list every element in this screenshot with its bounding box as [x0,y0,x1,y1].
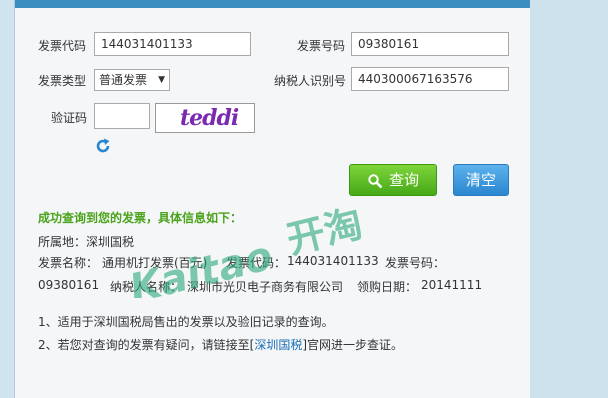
note-1: 1、适用于深圳国税局售出的发票以及验旧记录的查询。 [38,315,334,329]
refresh-icon[interactable] [94,137,112,155]
clear-button-label: 清空 [465,171,496,189]
taxpayer-name-label: 纳税人名称： [110,280,183,294]
invoice-number-input[interactable] [351,32,509,56]
invoice-code-label: 发票代码 [38,39,87,53]
search-icon [368,173,383,188]
location-line: 所属地：深圳国税 [38,235,135,249]
shenzhen-tax-link[interactable]: 深圳国税 [254,338,302,352]
query-button[interactable]: 查询 [349,164,437,196]
note-2-suffix: ]官网进一步查证。 [302,338,404,352]
purchase-date-label: 领购日期： [357,280,418,294]
dropdown-arrow-icon: ▼ [158,75,165,85]
captcha-input[interactable] [94,103,150,129]
captcha-image[interactable]: teddi [155,103,255,133]
invoice-type-select[interactable]: 普通发票 ▼ [94,69,170,91]
query-panel: 发票代码 发票号码 发票类型 普通发票 ▼ 纳税人识别号 验证码 teddi 查… [14,0,532,398]
page-background-right [530,0,608,398]
invoice-name-value: 通用机打发票(百元) [102,256,208,270]
note-2: 2、若您对查询的发票有疑问，请链接至[深圳国税]官网进一步查证。 [38,336,403,353]
taxpayer-id-label: 纳税人识别号 [274,74,347,88]
result-number-value: 09380161 [38,278,100,292]
invoice-number-label: 发票号码 [297,39,346,53]
purchase-date-value: 20141111 [421,278,483,292]
result-code-label: 发票代码： [226,256,287,270]
query-button-label: 查询 [388,171,419,189]
captcha-label: 验证码 [51,111,88,125]
success-message: 成功查询到您的发票，具体信息如下： [38,211,243,225]
invoice-type-label: 发票类型 [38,74,87,88]
top-strip [15,0,531,8]
captcha-text: teddi [180,105,239,131]
invoice-name-label: 发票名称： [38,256,99,270]
taxpayer-name-value: 深圳市光贝电子商务有限公司 [187,280,344,294]
note-2-prefix: 2、若您对查询的发票有疑问，请链接至[ [38,338,255,352]
result-number-label: 发票号码： [385,256,446,270]
invoice-type-value: 普通发票 [99,73,148,87]
clear-button[interactable]: 清空 [453,164,509,196]
taxpayer-id-input[interactable] [351,67,509,91]
invoice-code-input[interactable] [94,32,251,56]
result-code-value: 144031401133 [287,254,379,268]
